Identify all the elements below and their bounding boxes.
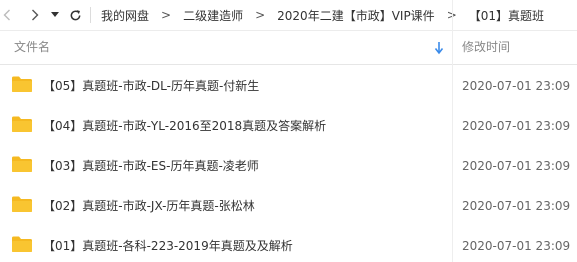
file-name[interactable]: 【04】真题班-市政-YL-2016至2018真题及答案解析 xyxy=(43,106,326,146)
history-dropdown-button[interactable] xyxy=(48,0,62,31)
file-name[interactable]: 【01】真题班-各科-223-2019年真题及及解析 xyxy=(43,226,293,262)
back-button[interactable] xyxy=(0,0,14,31)
navigation-bar: 我的网盘 > 二级建造师 > 2020年二建【市政】VIP课件 > 【01】真题… xyxy=(0,0,577,31)
chevron-left-icon xyxy=(3,9,10,21)
breadcrumb-separator: > xyxy=(255,8,266,22)
file-browser: 我的网盘 > 二级建造师 > 2020年二建【市政】VIP课件 > 【01】真题… xyxy=(0,0,577,262)
file-name[interactable]: 【02】真题班-市政-JX-历年真题-张松林 xyxy=(43,186,255,226)
file-row[interactable]: 【05】真题班-市政-DL-历年真题-付新生 2020-07-01 23:09 xyxy=(0,66,577,106)
file-row[interactable]: 【01】真题班-各科-223-2019年真题及及解析 2020-07-01 23… xyxy=(0,226,577,262)
forward-button[interactable] xyxy=(24,0,46,31)
breadcrumb-item-level2[interactable]: 二级建造师 xyxy=(179,7,247,24)
column-header-modified[interactable]: 修改时间 xyxy=(462,31,510,64)
file-modified-time: 2020-07-01 23:09 xyxy=(462,79,571,93)
sort-down-icon[interactable] xyxy=(434,41,444,55)
file-row[interactable]: 【02】真题班-市政-JX-历年真题-张松林 2020-07-01 23:09 xyxy=(0,186,577,226)
file-name[interactable]: 【05】真题班-市政-DL-历年真题-付新生 xyxy=(43,66,259,106)
file-modified-time: 2020-07-01 23:09 xyxy=(462,239,571,253)
file-modified-time: 2020-07-01 23:09 xyxy=(462,159,571,173)
file-name[interactable]: 【03】真题班-市政-ES-历年真题-凌老师 xyxy=(43,146,259,186)
chevron-right-icon xyxy=(32,9,39,21)
file-row[interactable]: 【03】真题班-市政-ES-历年真题-凌老师 2020-07-01 23:09 xyxy=(0,146,577,186)
file-list: 【05】真题班-市政-DL-历年真题-付新生 2020-07-01 23:09 … xyxy=(0,66,577,262)
column-header: 文件名 修改时间 xyxy=(0,31,577,65)
file-row[interactable]: 【04】真题班-市政-YL-2016至2018真题及答案解析 2020-07-0… xyxy=(0,106,577,146)
refresh-button[interactable] xyxy=(64,0,86,31)
breadcrumb-item-current[interactable]: 【01】真题班 xyxy=(465,7,548,24)
caret-down-icon xyxy=(51,12,59,17)
folder-icon xyxy=(12,236,32,252)
nav-divider xyxy=(90,7,91,23)
folder-icon xyxy=(12,196,32,212)
column-header-name[interactable]: 文件名 xyxy=(14,31,50,64)
breadcrumb: 我的网盘 > 二级建造师 > 2020年二建【市政】VIP课件 > 【01】真题… xyxy=(97,0,548,31)
breadcrumb-item-course[interactable]: 2020年二建【市政】VIP课件 xyxy=(273,7,439,24)
folder-icon xyxy=(12,76,32,92)
refresh-icon xyxy=(70,9,80,20)
folder-icon xyxy=(12,116,32,132)
file-modified-time: 2020-07-01 23:09 xyxy=(462,199,571,213)
folder-icon xyxy=(12,156,32,172)
breadcrumb-separator: > xyxy=(161,8,172,22)
breadcrumb-item-my-drive[interactable]: 我的网盘 xyxy=(97,7,153,24)
file-modified-time: 2020-07-01 23:09 xyxy=(462,119,571,133)
